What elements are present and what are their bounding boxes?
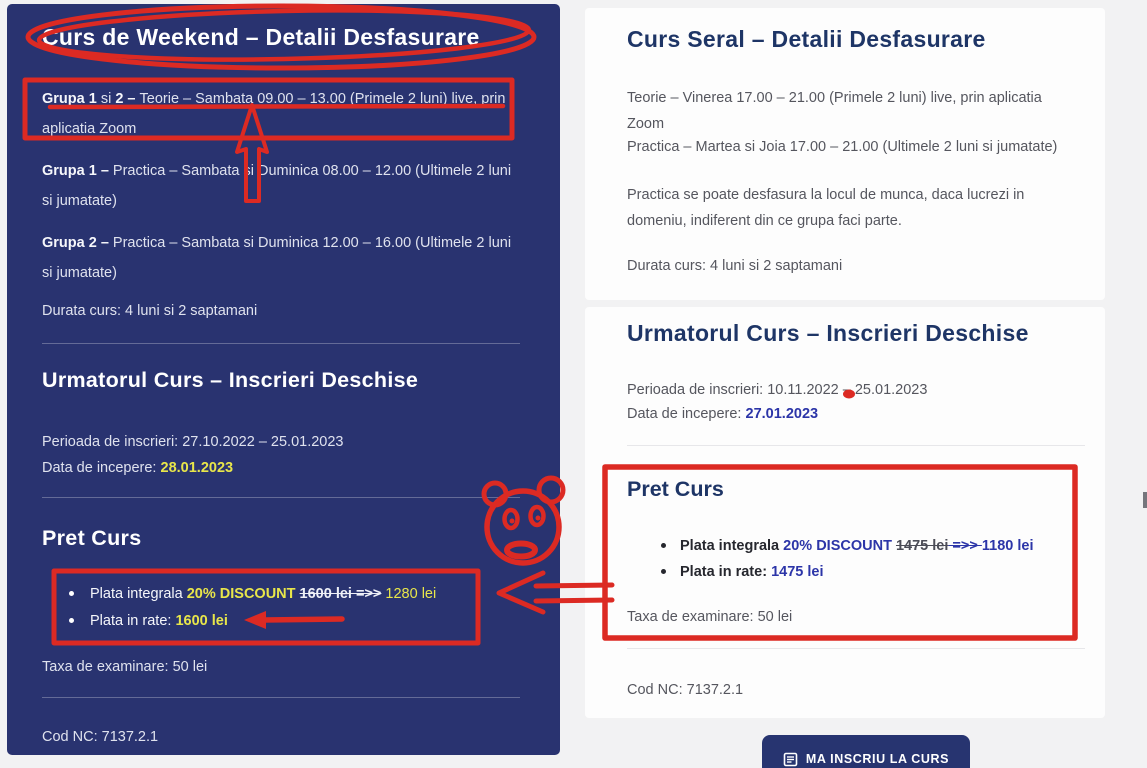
registration-form-icon: [783, 752, 798, 767]
discount-label: 20% DISCOUNT: [783, 538, 896, 554]
price-installments: Plata in rate: 1475 lei: [661, 561, 1081, 583]
bullet-icon: [69, 618, 74, 623]
weekend-course-panel: Curs de Weekend – Detalii Desfasurare Gr…: [7, 4, 560, 755]
weekend-price-title: Pret Curs: [42, 526, 141, 551]
weekend-schedule-practice-1: Grupa 1 – Practica – Sambata si Duminica…: [42, 156, 512, 216]
old-price: 1475 lei: [896, 538, 948, 554]
bullet-icon: [69, 591, 74, 596]
group-2-label: 2 –: [115, 91, 139, 107]
enroll-button-label: MA INSCRIU LA CURS: [806, 752, 949, 766]
start-date: Data de incepere: 27.01.2023: [627, 401, 1082, 427]
old-price: 1600 lei =>>: [300, 586, 382, 602]
group-1-label: Grupa 1: [42, 91, 97, 107]
divider: [42, 497, 520, 498]
new-price: 1180 lei: [982, 538, 1034, 554]
seral-course-duration: Durata curs: 4 luni si 2 saptamani: [627, 253, 1082, 279]
weekend-start-date-value: 28.01.2023: [161, 460, 234, 476]
weekend-schedule-theory: Grupa 1 si 2 – Teorie – Sambata 09.00 – …: [42, 84, 512, 144]
weekend-next-course-title: Urmatorul Curs – Inscrieri Deschise: [42, 368, 418, 393]
group-1-label: Grupa 1 –: [42, 163, 113, 179]
scrollbar-thumb[interactable]: [1143, 492, 1147, 508]
new-price: 1280 lei: [381, 586, 436, 602]
divider: [627, 445, 1085, 446]
seral-schedule-theory: Teorie – Vinerea 17.00 – 21.00 (Primele …: [627, 85, 1082, 137]
arrow-text: =>>: [948, 538, 981, 554]
weekend-schedule-practice-2: Grupa 2 – Practica – Sambata si Duminica…: [42, 228, 512, 288]
weekend-exam-fee: Taxa de examinare: 50 lei: [42, 652, 512, 682]
price-full-payment: Plata integrala 20% DISCOUNT 1475 lei =>…: [661, 535, 1081, 557]
price-title: Pret Curs: [627, 477, 724, 502]
bullet-icon: [661, 543, 666, 548]
divider: [42, 343, 520, 344]
seral-course-title: Curs Seral – Detalii Desfasurare: [627, 26, 986, 53]
weekend-price-installments: Plata in rate: 1600 lei: [69, 610, 509, 632]
next-course-title: Urmatorul Curs – Inscrieri Deschise: [627, 320, 1029, 347]
group-2-label: Grupa 2 –: [42, 235, 113, 251]
enroll-button[interactable]: MA INSCRIU LA CURS: [762, 735, 970, 768]
weekend-enrollment-period: Perioada de inscrieri: 27.10.2022 – 25.0…: [42, 429, 512, 455]
installment-price: 1600 lei: [175, 613, 227, 629]
exam-fee: Taxa de examinare: 50 lei: [627, 604, 1082, 630]
start-date-value: 27.01.2023: [746, 406, 819, 422]
divider: [627, 648, 1085, 649]
discount-label: 20% DISCOUNT: [187, 586, 300, 602]
weekend-cod-nc: Cod NC: 7137.2.1: [42, 722, 512, 752]
weekend-course-duration: Durata curs: 4 luni si 2 saptamani: [42, 296, 512, 326]
bullet-icon: [661, 569, 666, 574]
cod-nc: Cod NC: 7137.2.1: [627, 677, 1082, 703]
weekend-course-title: Curs de Weekend – Detalii Desfasurare: [42, 24, 542, 51]
weekend-price-full-payment: Plata integrala 20% DISCOUNT 1600 lei =>…: [69, 583, 509, 605]
seral-course-card: Curs Seral – Detalii Desfasurare Teorie …: [585, 8, 1105, 300]
enrollment-period: Perioada de inscrieri: 10.11.2022 – 25.0…: [627, 377, 1082, 403]
seral-schedule-practice: Practica – Martea si Joia 17.00 – 21.00 …: [627, 134, 1082, 160]
weekend-start-date: Data de incepere: 28.01.2023: [42, 455, 512, 481]
installment-price: 1475 lei: [771, 564, 823, 580]
seral-practice-note: Practica se poate desfasura la locul de …: [627, 182, 1082, 234]
next-course-card: Urmatorul Curs – Inscrieri Deschise Peri…: [585, 307, 1105, 718]
divider: [42, 697, 520, 698]
